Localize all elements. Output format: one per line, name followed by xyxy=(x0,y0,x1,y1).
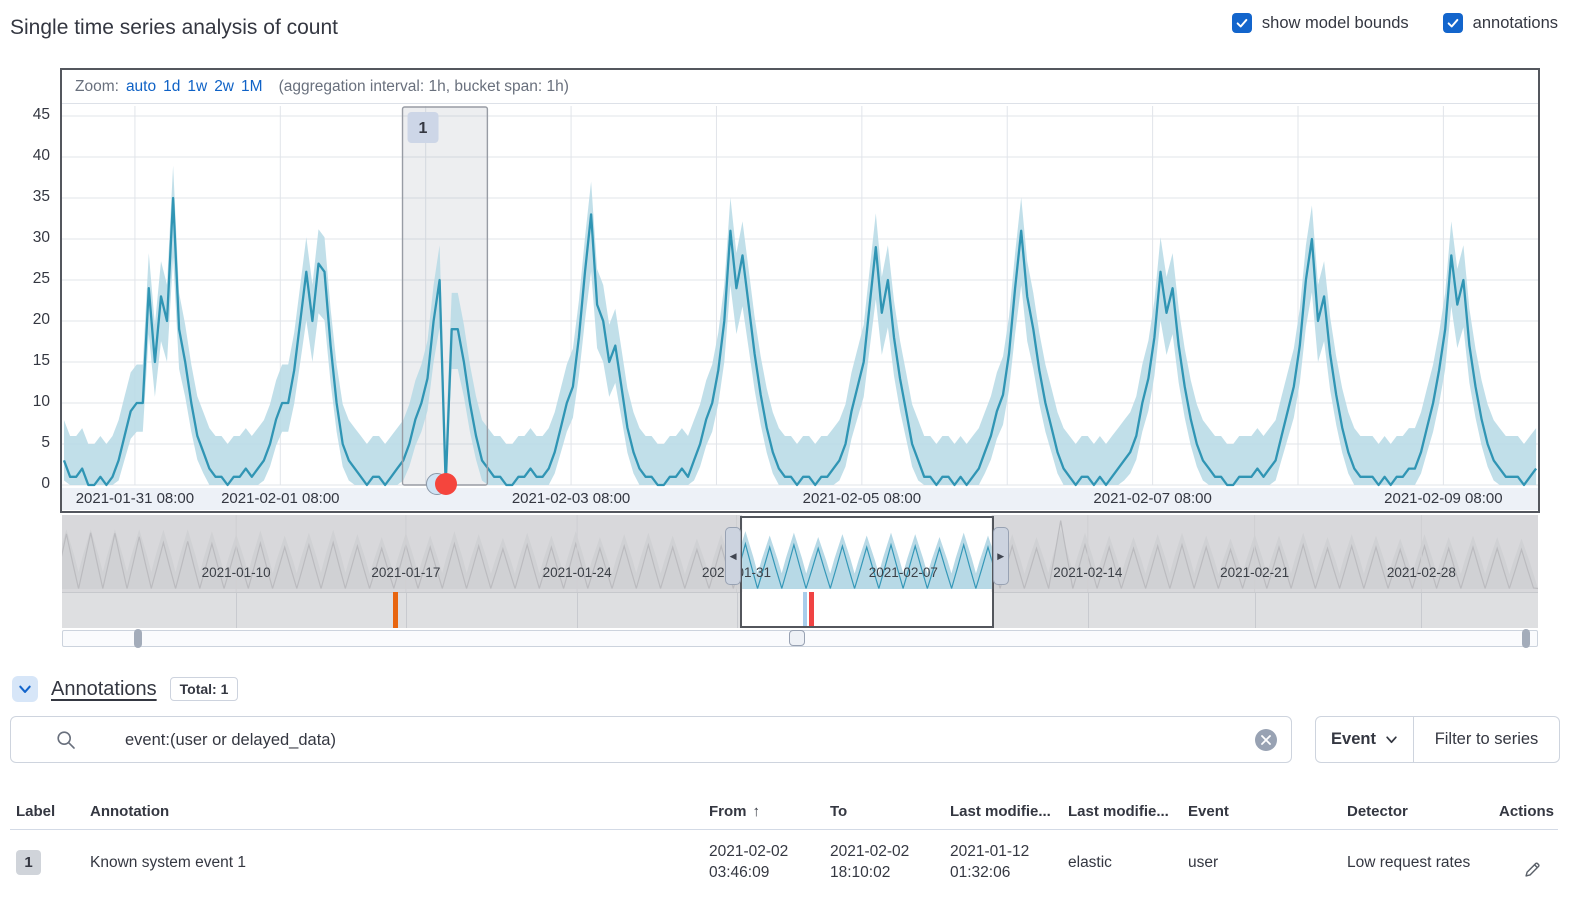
annotations-checkbox[interactable]: annotations xyxy=(1443,13,1558,33)
chevron-down-icon xyxy=(1385,733,1398,746)
header-actions: Actions xyxy=(1499,803,1554,820)
navigator-right-handle[interactable]: ▶ xyxy=(993,527,1009,585)
collapse-annotations-button[interactable] xyxy=(12,676,38,702)
y-axis-tick-label: 10 xyxy=(0,393,50,411)
annotation-tick-mark xyxy=(393,592,398,628)
zoom-controls: Zoom: auto 1d 1w 2w 1M (aggregation inte… xyxy=(62,70,1538,104)
navigator-selection[interactable] xyxy=(740,516,994,628)
header-label[interactable]: Label xyxy=(16,803,90,820)
search-icon xyxy=(56,730,76,755)
single-metric-viewer: Single time series analysis of count sho… xyxy=(0,0,1586,904)
table-header-row: Label Annotation From ↑ To Last modifie.… xyxy=(10,793,1558,829)
chevron-right-icon: ▶ xyxy=(997,551,1004,562)
zoom-link-2w[interactable]: 2w xyxy=(214,78,234,96)
zoom-link-1w[interactable]: 1w xyxy=(187,78,207,96)
annotations-heading[interactable]: Annotations xyxy=(51,678,157,701)
x-axis-tick-label: 2021-02-09 08:00 xyxy=(1384,490,1502,507)
lane-separator xyxy=(577,593,578,628)
cell-last-modified-date: 2021-01-12 01:32:06 xyxy=(950,841,1068,883)
navigator-tick-label: 2021-02-14 xyxy=(1053,565,1122,580)
y-axis-tick-label: 30 xyxy=(0,229,50,247)
cell-from: 2021-02-02 03:46:09 xyxy=(709,841,830,883)
navigator-tick-label: 2021-01-17 xyxy=(371,565,440,580)
zoom-link-1M[interactable]: 1M xyxy=(241,78,263,96)
annotations-label: annotations xyxy=(1473,14,1558,33)
svg-text:1: 1 xyxy=(419,120,428,137)
lane-separator xyxy=(406,593,407,628)
range-pill-left[interactable] xyxy=(134,629,142,648)
navigator-tick-label: 2021-01-10 xyxy=(202,565,271,580)
x-axis-tick-label: 2021-02-07 08:00 xyxy=(1093,490,1211,507)
cell-event: user xyxy=(1188,852,1347,873)
filter-to-series-button[interactable]: Filter to series xyxy=(1414,717,1559,762)
chevron-down-icon xyxy=(18,682,32,696)
y-axis-tick-label: 25 xyxy=(0,270,50,288)
header-detector[interactable]: Detector xyxy=(1347,803,1499,820)
chevron-left-icon: ◀ xyxy=(730,551,737,562)
header-last-modified-by[interactable]: Last modifie... xyxy=(1068,803,1188,820)
navigator-tick-label: 2021-02-21 xyxy=(1220,565,1289,580)
lane-separator xyxy=(1088,593,1089,628)
lane-separator xyxy=(1255,593,1256,628)
cell-last-modified-by: elastic xyxy=(1068,852,1188,873)
main-chart-panel: Zoom: auto 1d 1w 2w 1M (aggregation inte… xyxy=(60,68,1540,513)
navigator-tick-label: 2021-02-28 xyxy=(1387,565,1456,580)
x-axis-tick-label: 2021-02-01 08:00 xyxy=(221,490,339,507)
filter-button-group: Event Filter to series xyxy=(1315,716,1560,763)
anomaly-marker[interactable] xyxy=(435,473,457,495)
y-axis-tick-label: 35 xyxy=(0,188,50,206)
lane-separator xyxy=(737,593,738,628)
annotations-table: Label Annotation From ↑ To Last modifie.… xyxy=(10,793,1558,895)
cell-label: 1 xyxy=(16,850,90,875)
search-input[interactable] xyxy=(123,717,1227,764)
navigator-scroll-thumb[interactable] xyxy=(789,630,805,646)
total-badge: Total: 1 xyxy=(170,677,239,701)
annotation-label-badge: 1 xyxy=(16,850,41,875)
x-axis: 2021-01-31 08:00 2021-02-01 08:00 2021-02-… xyxy=(62,488,1538,510)
header-event[interactable]: Event xyxy=(1188,803,1347,820)
header-from[interactable]: From ↑ xyxy=(709,803,830,820)
event-filter-dropdown[interactable]: Event xyxy=(1316,717,1414,762)
annotations-search xyxy=(10,716,1292,763)
navigator-tick-label: 2021-01-24 xyxy=(543,565,612,580)
header-annotation[interactable]: Annotation xyxy=(90,803,709,820)
x-axis-tick-label: 2021-02-03 08:00 xyxy=(512,490,630,507)
checkbox-checked-icon xyxy=(1232,13,1252,33)
checkbox-checked-icon xyxy=(1443,13,1463,33)
show-model-bounds-label: show model bounds xyxy=(1262,14,1409,33)
y-axis-tick-label: 5 xyxy=(0,434,50,452)
lane-separator xyxy=(1421,593,1422,628)
y-axis-tick-label: 40 xyxy=(0,147,50,165)
range-pill-right[interactable] xyxy=(1522,629,1530,648)
sort-ascending-icon: ↑ xyxy=(753,803,761,820)
main-chart[interactable]: 1 xyxy=(62,104,1538,488)
x-axis-tick-label: 2021-01-31 08:00 xyxy=(76,490,194,507)
event-dropdown-label: Event xyxy=(1331,730,1376,749)
page-title: Single time series analysis of count xyxy=(10,16,338,40)
zoom-link-1d[interactable]: 1d xyxy=(163,78,180,96)
zoom-label: Zoom: xyxy=(75,78,119,96)
aggregation-interval-label: (aggregation interval: 1h, bucket span: … xyxy=(279,78,569,96)
show-model-bounds-checkbox[interactable]: show model bounds xyxy=(1232,13,1409,33)
table-row: 1 Known system event 1 2021-02-02 03:46:… xyxy=(10,829,1558,895)
clear-search-icon[interactable] xyxy=(1255,729,1277,751)
cell-annotation: Known system event 1 xyxy=(90,852,709,873)
edit-annotation-icon[interactable] xyxy=(1523,839,1542,885)
y-axis-tick-label: 45 xyxy=(0,106,50,124)
header-controls: show model bounds annotations xyxy=(1232,13,1558,33)
y-axis-tick-label: 20 xyxy=(0,311,50,329)
annotations-section-header: Annotations Total: 1 xyxy=(12,676,238,702)
cell-detector: Low request rates xyxy=(1347,852,1499,873)
y-axis-tick-label: 0 xyxy=(0,475,50,493)
zoom-link-auto[interactable]: auto xyxy=(126,78,156,96)
lane-separator xyxy=(236,593,237,628)
navigator-left-handle[interactable]: ◀ xyxy=(725,527,741,585)
header-to[interactable]: To xyxy=(830,803,950,820)
y-axis-tick-label: 15 xyxy=(0,352,50,370)
cell-to: 2021-02-02 18:10:02 xyxy=(830,841,950,883)
header-last-modified-date[interactable]: Last modifie... xyxy=(950,803,1068,820)
cell-actions xyxy=(1499,839,1552,885)
x-axis-tick-label: 2021-02-05 08:00 xyxy=(803,490,921,507)
